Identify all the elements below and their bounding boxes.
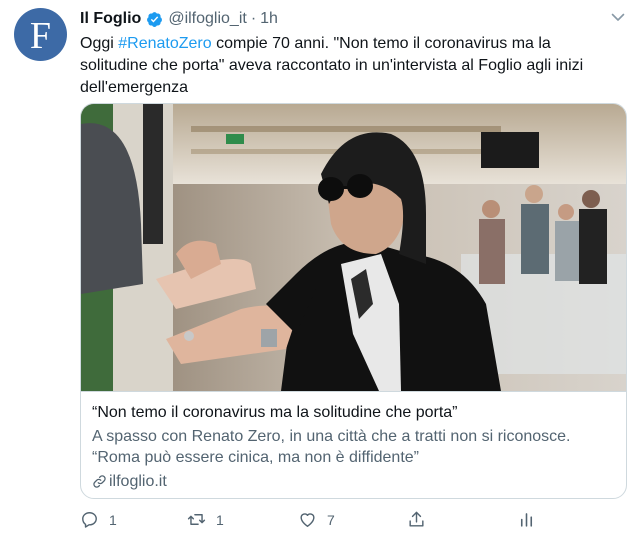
timestamp[interactable]: 1h — [260, 10, 278, 28]
hashtag-link[interactable]: #RenatoZero — [118, 35, 211, 52]
verified-badge-icon — [147, 11, 163, 27]
author-name[interactable]: Il Foglio — [80, 10, 141, 28]
retweet-button[interactable]: 1 — [187, 510, 224, 529]
card-domain: ilfoglio.it — [92, 471, 614, 492]
analytics-icon — [520, 513, 533, 527]
link-icon — [93, 475, 106, 488]
retweet-icon — [187, 514, 206, 525]
like-button[interactable]: 7 — [298, 510, 335, 529]
reply-icon — [82, 512, 97, 528]
heart-icon — [300, 513, 315, 527]
share-icon — [409, 511, 424, 527]
avatar-letter: F — [29, 14, 52, 57]
card-description: A spasso con Renato Zero, in una città c… — [92, 428, 571, 466]
reply-count: 1 — [109, 511, 117, 528]
like-count: 7 — [327, 511, 335, 528]
link-card[interactable]: “Non temo il coronavirus ma la solitudin… — [80, 103, 627, 499]
card-title: “Non temo il coronavirus ma la solitudin… — [92, 404, 458, 421]
tweet-header: Il Foglio @ilfoglio_it · 1h — [80, 9, 600, 29]
avatar[interactable]: F — [14, 8, 67, 61]
separator-dot: · — [250, 10, 257, 27]
card-domain-text: ilfoglio.it — [109, 473, 167, 490]
analytics-button[interactable] — [517, 510, 536, 529]
chevron-down-icon[interactable] — [610, 9, 626, 25]
share-button[interactable] — [407, 510, 426, 529]
tweet-text: Oggi #RenatoZero compie 70 anni. "Non te… — [80, 33, 620, 99]
tweet-text-prefix: Oggi — [80, 35, 119, 52]
retweet-count: 1 — [216, 511, 224, 528]
card-image[interactable] — [81, 104, 626, 391]
card-meta[interactable]: “Non temo il coronavirus ma la solitudin… — [81, 391, 626, 498]
tweet[interactable]: F Il Foglio @ilfoglio_it · 1h Oggi #Rena… — [0, 0, 640, 543]
reply-button[interactable]: 1 — [80, 510, 117, 529]
action-bar: 1 1 7 — [80, 510, 540, 532]
author-handle[interactable]: @ilfoglio_it — [168, 10, 247, 28]
